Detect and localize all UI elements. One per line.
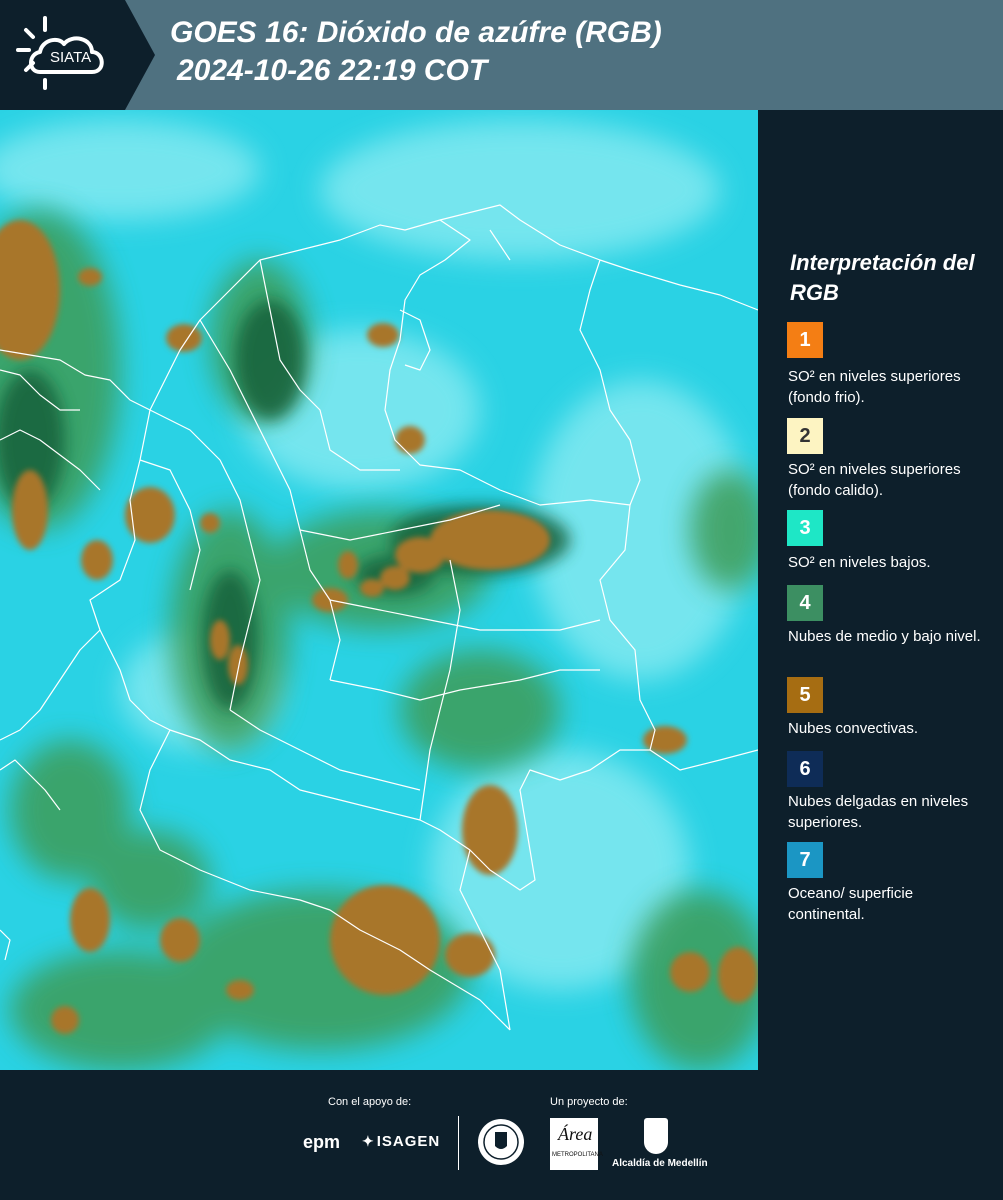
legend-swatch-3: 3 (787, 510, 823, 546)
legend-panel: Interpretación del RGB 1 SO² en niveles … (758, 110, 1003, 1070)
legend-swatch-5: 5 (787, 677, 823, 713)
header-bar: SIATA GOES 16: Dióxido de azúfre (RGB) 2… (0, 0, 1003, 110)
isagen-wordmark: ISAGEN (376, 1133, 441, 1150)
legend-label-7: Oceano/ superficie continental. (788, 885, 914, 923)
legend-number: 3 (799, 516, 811, 539)
footer: Con el apoyo de: Un proyecto de: epm ✦ IS… (0, 1070, 1003, 1200)
legend-swatch-7: 7 (787, 842, 823, 878)
legend-label-3: SO² en niveles bajos. (788, 554, 931, 571)
legend-swatch-6: 6 (787, 751, 823, 787)
legend-number: 4 (799, 591, 811, 614)
legend-label-4: Nubes de medio y bajo nivel. (788, 628, 981, 645)
legend-number: 6 (799, 757, 811, 780)
satellite-map (0, 110, 758, 1070)
siata-logo: SIATA (0, 0, 155, 110)
support-caption: Con el apoyo de: (328, 1096, 412, 1108)
legend-label-2: SO² en niveles superiores (fondo calido)… (788, 461, 961, 499)
legend-swatch-4: 4 (787, 585, 823, 621)
legend-label-1: SO² en niveles superiores (fondo frio). (788, 368, 961, 406)
legend-title: Interpretación del RGB (790, 250, 975, 305)
isagen-mark-icon: ✦ (362, 1133, 375, 1149)
legend-label-5: Nubes convectivas. (788, 720, 919, 737)
project-caption: Un proyecto de: (550, 1096, 628, 1108)
timestamp: 2024-10-26 22:19 COT (177, 54, 488, 87)
area-metropolitana-logo: Área METROPOLITANA (550, 1118, 603, 1170)
alcaldia-shield-icon (644, 1118, 668, 1154)
legend-swatch-1: 1 (787, 322, 823, 358)
isagen-logo: ✦ ISAGEN (362, 1133, 440, 1150)
area-wordmark: Área (558, 1124, 593, 1144)
footer-divider (458, 1116, 459, 1170)
legend-number: 2 (799, 424, 811, 447)
alcaldia-label: Alcaldía de Medellín (612, 1158, 708, 1169)
siata-wordmark: SIATA (50, 49, 91, 66)
page-title: GOES 16: Dióxido de azúfre (RGB) (170, 16, 662, 49)
area-subtitle: METROPOLITANA (552, 1152, 603, 1158)
legend-number: 5 (799, 683, 811, 706)
legend-number: 7 (799, 848, 811, 871)
legend-label-6: Nubes delgadas en niveles superiores. (788, 793, 969, 831)
epm-logo: epm (303, 1132, 341, 1152)
legend-number: 1 (799, 328, 811, 351)
legend-swatch-2: 2 (787, 418, 823, 454)
university-seal-icon (478, 1119, 524, 1165)
